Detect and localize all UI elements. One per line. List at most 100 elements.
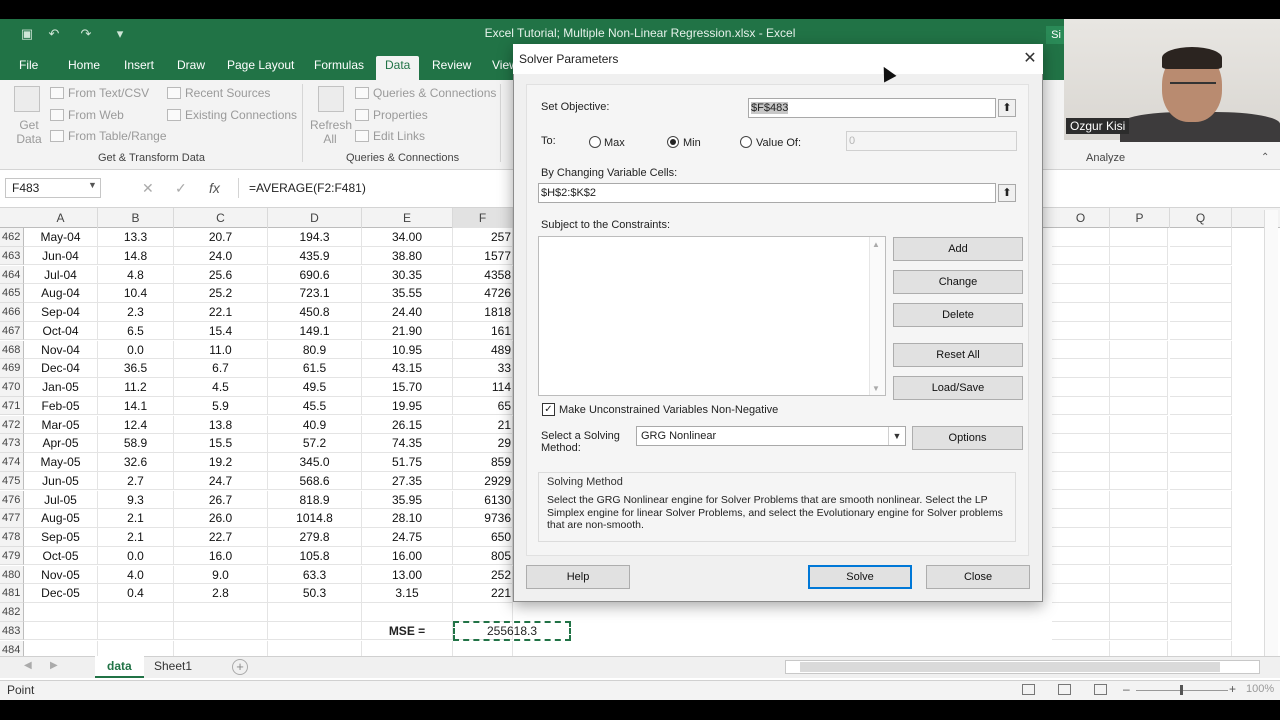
cell-c[interactable]: 15.5 — [174, 434, 268, 453]
row-header[interactable]: 473 — [0, 434, 24, 453]
column-header-a[interactable]: A — [24, 208, 98, 228]
cell-e[interactable]: 26.15 — [362, 415, 453, 435]
cell-d[interactable]: 818.9 — [268, 490, 362, 510]
radio-min[interactable] — [667, 136, 679, 148]
cell-c[interactable]: 20.7 — [174, 228, 268, 247]
cell-d[interactable]: 50.3 — [268, 584, 362, 603]
tab-home[interactable]: Home — [59, 56, 109, 80]
cell-e[interactable]: 13.00 — [362, 565, 453, 585]
empty-cell[interactable] — [1170, 359, 1232, 378]
cell-c[interactable]: 26.0 — [174, 509, 268, 528]
cell-f[interactable]: 6130 — [453, 490, 513, 510]
scroll-down-icon[interactable]: ▼ — [872, 384, 880, 393]
empty-cell[interactable] — [1052, 359, 1110, 378]
cell-d[interactable]: 1014.8 — [268, 509, 362, 528]
cell-c[interactable]: 5.9 — [174, 396, 268, 416]
empty-cell[interactable] — [1052, 340, 1110, 360]
empty-cell[interactable] — [1110, 378, 1168, 397]
row-header[interactable]: 478 — [0, 528, 24, 547]
cell-e[interactable]: 74.35 — [362, 434, 453, 453]
empty-cell[interactable] — [1052, 284, 1110, 303]
constraints-scrollbar[interactable] — [869, 237, 885, 395]
empty-cell[interactable] — [1110, 453, 1168, 472]
row-header[interactable]: 467 — [0, 321, 24, 341]
cell-b[interactable]: 12.4 — [98, 415, 174, 435]
row-header[interactable]: 472 — [0, 415, 24, 435]
cell-c[interactable]: 4.5 — [174, 378, 268, 397]
cancel-icon[interactable]: ✕ — [142, 180, 154, 197]
cell-d[interactable] — [268, 621, 362, 641]
cell-a[interactable]: Jul-05 — [24, 490, 98, 510]
scroll-left-icon[interactable]: ◀ — [24, 660, 32, 671]
cell-c[interactable]: 11.0 — [174, 340, 268, 360]
enter-icon[interactable]: ✓ — [175, 180, 187, 197]
solve-button[interactable]: Solve — [808, 565, 912, 589]
empty-cell[interactable] — [1110, 396, 1168, 416]
row-header[interactable]: 469 — [0, 359, 24, 378]
cell-b[interactable]: 11.2 — [98, 378, 174, 397]
empty-cell[interactable] — [1170, 565, 1232, 585]
empty-cell[interactable] — [1052, 565, 1110, 585]
cell-a[interactable] — [24, 621, 98, 641]
cell-d[interactable]: 723.1 — [268, 284, 362, 303]
cell-f[interactable]: 114 — [453, 378, 513, 397]
cell-d[interactable]: 345.0 — [268, 453, 362, 472]
radio-value-of[interactable] — [740, 136, 752, 148]
cell-e[interactable]: 21.90 — [362, 321, 453, 341]
sign-in-button[interactable]: Si — [1046, 26, 1066, 44]
cell-d[interactable] — [268, 603, 362, 622]
get-data-button[interactable]: Get Data — [12, 118, 46, 146]
cell-e[interactable]: 3.15 — [362, 584, 453, 603]
row-header[interactable]: 482 — [0, 603, 24, 622]
options-button[interactable]: Options — [912, 426, 1023, 450]
cell-d[interactable]: 61.5 — [268, 359, 362, 378]
empty-cell[interactable] — [1170, 546, 1232, 566]
reset-all-button[interactable]: Reset All — [893, 343, 1023, 367]
cell-f[interactable]: 650 — [453, 528, 513, 547]
cell-a[interactable]: May-04 — [24, 228, 98, 247]
empty-cell[interactable] — [1052, 509, 1110, 528]
empty-cell[interactable] — [1170, 284, 1232, 303]
empty-cell[interactable] — [1110, 603, 1168, 622]
radio-max[interactable] — [589, 136, 601, 148]
normal-view-icon[interactable] — [1022, 684, 1035, 695]
zoom-level[interactable]: 100% — [1246, 683, 1274, 695]
tab-review[interactable]: Review — [423, 56, 480, 80]
empty-cell[interactable] — [1110, 340, 1168, 360]
cell-a[interactable]: Sep-04 — [24, 303, 98, 322]
cell-a[interactable]: Mar-05 — [24, 415, 98, 435]
empty-cell[interactable] — [1110, 471, 1168, 491]
cell-e[interactable]: 35.95 — [362, 490, 453, 510]
empty-cell[interactable] — [1052, 265, 1110, 285]
empty-cell[interactable] — [1170, 621, 1232, 641]
collapse-dialog-icon[interactable]: ⬆ — [998, 99, 1016, 117]
empty-cell[interactable] — [1110, 303, 1168, 322]
cell-a[interactable]: Nov-05 — [24, 565, 98, 585]
cell-a[interactable] — [24, 603, 98, 622]
empty-cell[interactable] — [1110, 246, 1168, 266]
cell-f[interactable]: 221 — [453, 584, 513, 603]
cell-b[interactable]: 2.3 — [98, 303, 174, 322]
empty-cell[interactable] — [1052, 246, 1110, 266]
tab-insert[interactable]: Insert — [115, 56, 163, 80]
column-header-f[interactable]: F — [453, 208, 513, 228]
column-header-p[interactable]: P — [1110, 208, 1170, 228]
cell-c[interactable]: 25.2 — [174, 284, 268, 303]
empty-cell[interactable] — [1110, 228, 1168, 247]
cell-c[interactable]: 19.2 — [174, 453, 268, 472]
cell-b[interactable]: 36.5 — [98, 359, 174, 378]
cell-d[interactable]: 105.8 — [268, 546, 362, 566]
empty-cell[interactable] — [1110, 359, 1168, 378]
cell-b[interactable]: 0.0 — [98, 340, 174, 360]
cell-d[interactable]: 690.6 — [268, 265, 362, 285]
cell-b[interactable]: 58.9 — [98, 434, 174, 453]
cell-a[interactable]: Dec-04 — [24, 359, 98, 378]
empty-cell[interactable] — [1110, 565, 1168, 585]
cell-b[interactable]: 2.1 — [98, 528, 174, 547]
changing-cells-input[interactable]: $H$2:$K$2 — [538, 183, 996, 203]
cell-d[interactable]: 40.9 — [268, 415, 362, 435]
tab-data[interactable]: Data — [376, 56, 420, 80]
cell-f[interactable]: 2929 — [453, 471, 513, 491]
cell-f[interactable]: 33 — [453, 359, 513, 378]
row-header[interactable]: 475 — [0, 471, 24, 491]
